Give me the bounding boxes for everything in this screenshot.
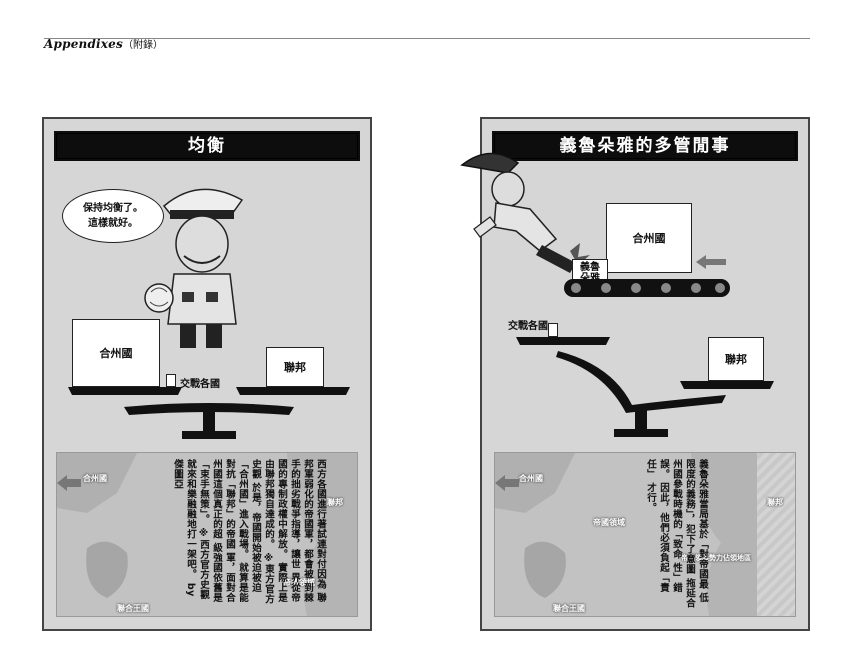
right-text-block: 義魯朵雅當局基於「對帝國最 低限度的義務」，犯下了意圖 拖延合州國參戰時機的「致… bbox=[645, 459, 708, 609]
map-label-us: 合州國 bbox=[83, 474, 107, 483]
general-figure bbox=[144, 188, 244, 348]
tilted-scale bbox=[516, 337, 774, 437]
label-belligerents-right: 交戰各國 bbox=[508, 321, 548, 332]
header-subtitle: （附錄） bbox=[122, 40, 163, 51]
box-united-states: 合州國 bbox=[72, 319, 160, 387]
header-rule bbox=[44, 38, 810, 39]
balance-scale bbox=[68, 387, 350, 439]
bubble-line-2: 這樣就好。 bbox=[88, 218, 138, 229]
right-map-box: 合州國 聯邦 聯合王國 帝國領域 帝國領義勢力佔領地區 義魯朵雅當局基於「對帝國… bbox=[494, 452, 796, 617]
map-label-federation-right: 聯邦 bbox=[767, 498, 783, 507]
header-title: Appendixes bbox=[44, 37, 123, 51]
left-map-box: 合州國 聯邦 聯合王國 帝國領域 西方各國進行著試連對付因為 聯邦軍弱化的帝國軍… bbox=[56, 452, 358, 617]
right-panel: 義魯朵雅的多管閒事 合州國 義魯朵雅 交戰各國 聯邦 合州國 聯邦 聯合王國 帝… bbox=[460, 117, 810, 631]
bubble-line-1: 保持均衡了。 bbox=[83, 203, 143, 214]
conveyor-belt bbox=[564, 279, 730, 297]
map-label-uk-right: 聯合王國 bbox=[553, 604, 585, 613]
map-label-empire-right: 帝國領域 bbox=[593, 518, 625, 527]
map-label-federation: 聯邦 bbox=[327, 498, 343, 507]
box-united-states-right: 合州國 bbox=[606, 203, 692, 273]
box-federation: 聯邦 bbox=[266, 347, 324, 387]
push-arrow bbox=[696, 255, 726, 269]
map-label-us-right: 合州國 bbox=[519, 474, 543, 483]
left-panel: 均衡 保持均衡了。 這樣就好。 合州國 交戰各國 聯邦 合州國 聯邦 聯合王國 … bbox=[42, 117, 372, 631]
left-panel-title: 均衡 bbox=[56, 133, 358, 159]
left-text-block: 西方各國進行著試連對付因為 聯邦軍弱化的帝國軍，都會被 到棘手的拙劣戰爭指導，讓… bbox=[172, 459, 326, 605]
